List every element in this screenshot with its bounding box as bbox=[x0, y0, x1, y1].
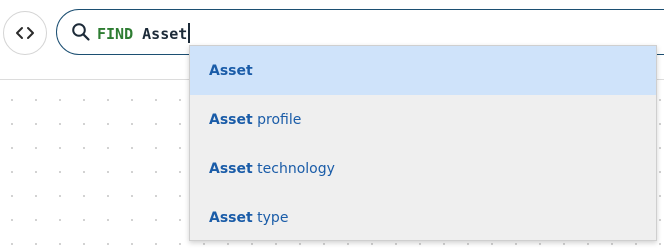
code-brackets-icon bbox=[16, 27, 34, 39]
suggestion-rest: technology bbox=[252, 160, 335, 177]
code-toggle-button[interactable] bbox=[3, 11, 47, 55]
suggestion-asset[interactable]: Asset bbox=[190, 46, 656, 95]
suggestion-rest: type bbox=[252, 209, 289, 226]
suggestion-match: Asset bbox=[209, 209, 253, 226]
suggestion-asset-profile[interactable]: Asset profile bbox=[190, 95, 656, 144]
text-caret bbox=[188, 23, 190, 43]
suggestion-match: Asset bbox=[209, 62, 253, 79]
suggestion-match: Asset bbox=[209, 111, 253, 128]
search-query[interactable]: FIND Asset bbox=[97, 23, 190, 44]
query-term: Asset bbox=[142, 25, 188, 43]
suggestion-asset-type[interactable]: Asset type bbox=[190, 193, 656, 240]
suggestion-match: Asset bbox=[209, 160, 253, 177]
suggestion-rest: profile bbox=[252, 111, 302, 128]
search-icon bbox=[72, 23, 90, 41]
autocomplete-dropdown: Asset Asset profile Asset technology Ass… bbox=[189, 45, 657, 241]
query-keyword: FIND bbox=[97, 25, 134, 43]
suggestion-asset-technology[interactable]: Asset technology bbox=[190, 144, 656, 193]
